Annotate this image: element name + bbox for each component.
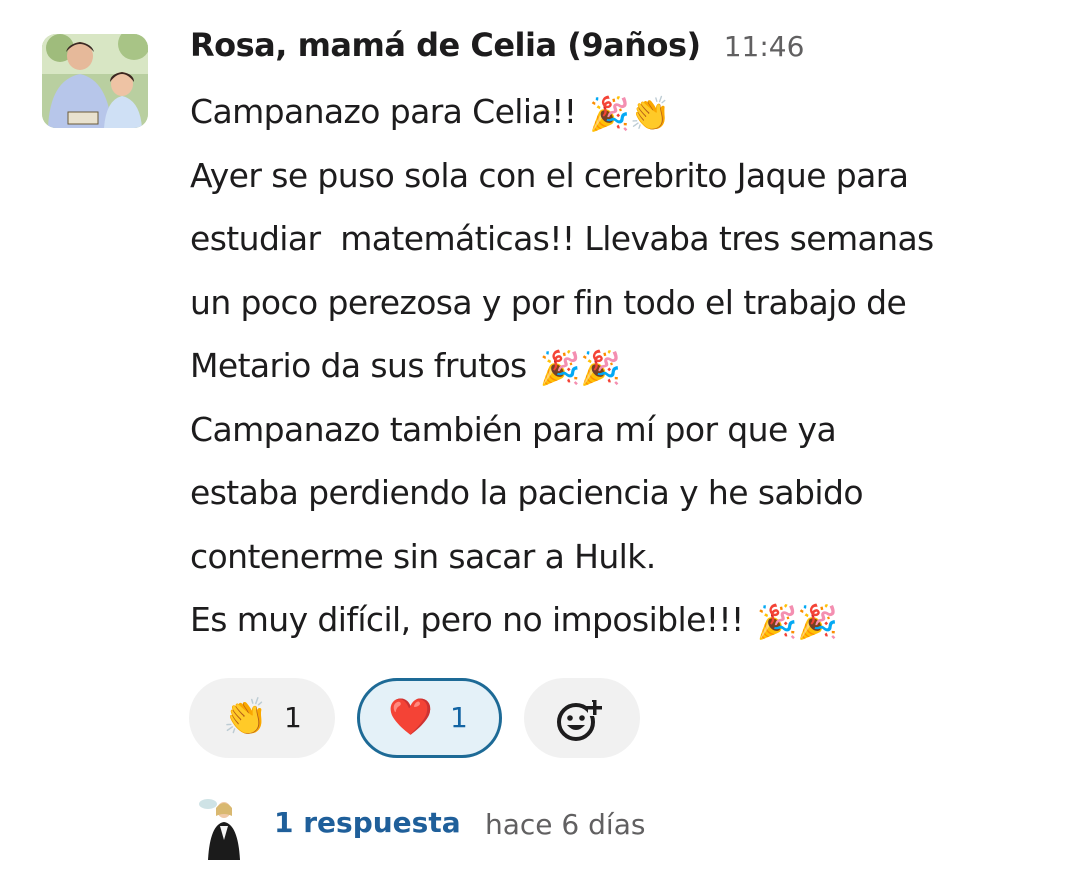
reaction-clap-button[interactable]: 👏 1 xyxy=(189,678,335,758)
sender-avatar[interactable] xyxy=(42,34,148,128)
reaction-count: 1 xyxy=(450,701,468,734)
party-clap-emoji-icon: 🎉👏 xyxy=(589,94,671,133)
message-line: estudiar matemáticas!! Llevaba tres sema… xyxy=(190,219,934,258)
add-emoji-icon xyxy=(557,700,602,741)
message-line: estaba perdiendo la paciencia y he sabid… xyxy=(190,473,864,512)
reply-count-link[interactable]: 1 respuesta xyxy=(274,806,461,839)
message-line: Es muy difícil, pero no imposible!!! 🎉🎉 xyxy=(190,600,839,641)
message-line: Campanazo también para mí por que ya xyxy=(190,409,837,449)
message-line: Metario da sus frutos 🎉🎉 xyxy=(190,346,622,387)
message-line: Ayer se puso sola con el cerebrito Jaque… xyxy=(190,155,909,195)
red-heart-icon: ❤️ xyxy=(388,697,433,738)
message-line: contenerme sin sacar a Hulk. xyxy=(190,536,656,576)
reaction-heart-button[interactable]: ❤️ 1 xyxy=(357,678,502,758)
message-line: un poco perezosa y por fin todo el traba… xyxy=(190,282,907,322)
party-popper-emoji-icon: 🎉🎉 xyxy=(756,602,839,641)
author-name[interactable]: Rosa, mamá de Celia (9años) xyxy=(190,26,701,64)
add-reaction-button[interactable] xyxy=(524,678,640,758)
clapping-hands-icon: 👏 xyxy=(223,697,268,738)
replier-avatar xyxy=(196,796,250,860)
last-reply-time: hace 6 días xyxy=(485,808,646,841)
message-timestamp[interactable]: 11:46 xyxy=(724,30,805,63)
reaction-count: 1 xyxy=(284,701,302,734)
party-popper-emoji-icon: 🎉🎉 xyxy=(539,348,622,387)
message-line: Campanazo para Celia!! 🎉👏 xyxy=(190,92,671,133)
message-body: Campanazo para Celia!! 🎉👏 Ayer se puso s… xyxy=(190,80,1060,652)
message-header: Rosa, mamá de Celia (9años) 11:46 xyxy=(190,26,804,76)
